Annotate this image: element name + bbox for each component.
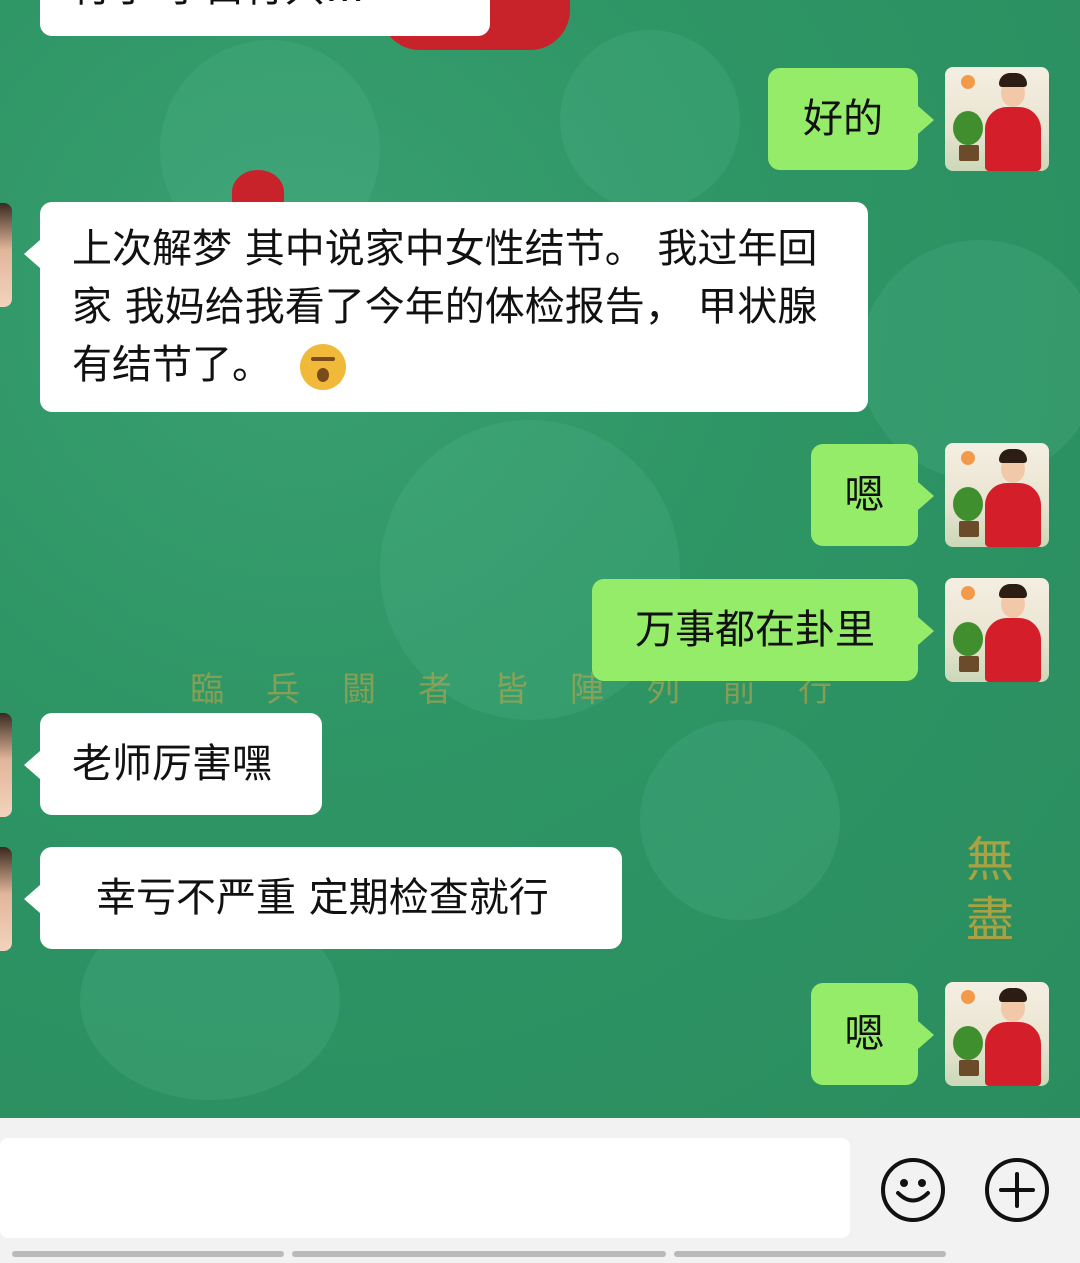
message-bubble-outgoing[interactable]: 嗯	[811, 983, 934, 1085]
my-avatar[interactable]	[945, 443, 1049, 547]
contact-avatar[interactable]	[0, 203, 12, 307]
avatar-pot	[959, 521, 979, 537]
plus-icon[interactable]	[985, 1158, 1049, 1222]
background-ornament	[560, 30, 740, 210]
message-text: 嗯	[844, 472, 885, 518]
avatar-hair	[999, 584, 1027, 598]
avatar-hair	[999, 73, 1027, 87]
message-text: 幸亏不严重 定期检查就行	[96, 875, 549, 921]
message-bubble-incoming[interactable]: 老师厉害嘿	[24, 713, 322, 815]
avatar-hair	[999, 988, 1027, 1002]
avatar-robe	[985, 107, 1041, 171]
background-ornament	[640, 720, 840, 920]
plus-icon-glyph	[999, 1172, 1035, 1208]
avatar-plant	[953, 487, 983, 521]
message-text: 老师厉害嘿	[72, 741, 272, 787]
message-text: 万事都在卦里	[635, 607, 875, 653]
avatar-plant	[953, 1026, 983, 1060]
scroll-indicator	[292, 1251, 666, 1257]
avatar-robe	[985, 483, 1041, 547]
avatar-sun	[961, 451, 975, 465]
avatar-pot	[959, 1060, 979, 1076]
avatar-robe	[985, 618, 1041, 682]
message-input[interactable]	[0, 1138, 850, 1238]
avatar-plant	[953, 622, 983, 656]
smiley-icon[interactable]	[881, 1158, 945, 1222]
my-avatar[interactable]	[945, 982, 1049, 1086]
my-avatar[interactable]	[945, 578, 1049, 682]
my-avatar[interactable]	[945, 67, 1049, 171]
avatar-sun	[961, 990, 975, 1004]
avatar-sun	[961, 75, 975, 89]
avatar-plant	[953, 111, 983, 145]
message-bubble-outgoing[interactable]: 万事都在卦里	[592, 579, 934, 681]
message-text: 嗯	[844, 1011, 885, 1057]
avatar-pot	[959, 145, 979, 161]
message-text: 行了 了白行只…	[72, 0, 365, 11]
avatar-pot	[959, 656, 979, 672]
kiss-emoji	[300, 344, 346, 390]
message-bubble-incoming[interactable]: 幸亏不严重 定期检查就行	[24, 847, 622, 949]
smiley-icon-glyph	[896, 1179, 930, 1203]
message-text: 上次解梦 其中说家中女性结节。 我过年回家 我妈给我看了今年的体检报告， 甲状腺…	[72, 226, 818, 388]
message-bubble-incoming[interactable]: 行了 了白行只…	[40, 0, 490, 36]
message-text: 好的	[803, 96, 883, 142]
background-vertical-text: 無盡	[965, 832, 1014, 948]
chat-background: 臨兵闘者皆陣列前行 無盡	[0, 0, 1080, 1118]
scroll-indicator	[12, 1251, 284, 1257]
avatar-sun	[961, 586, 975, 600]
message-bubble-outgoing[interactable]: 嗯	[811, 444, 934, 546]
scroll-indicator	[674, 1251, 946, 1257]
contact-avatar[interactable]	[0, 847, 12, 951]
avatar-hair	[999, 449, 1027, 463]
avatar-robe	[985, 1022, 1041, 1086]
message-bubble-incoming[interactable]: 上次解梦 其中说家中女性结节。 我过年回家 我妈给我看了今年的体检报告， 甲状腺…	[24, 202, 868, 412]
input-bar	[0, 1118, 1080, 1263]
message-bubble-outgoing[interactable]: 好的	[768, 68, 934, 170]
contact-avatar[interactable]	[0, 713, 12, 817]
